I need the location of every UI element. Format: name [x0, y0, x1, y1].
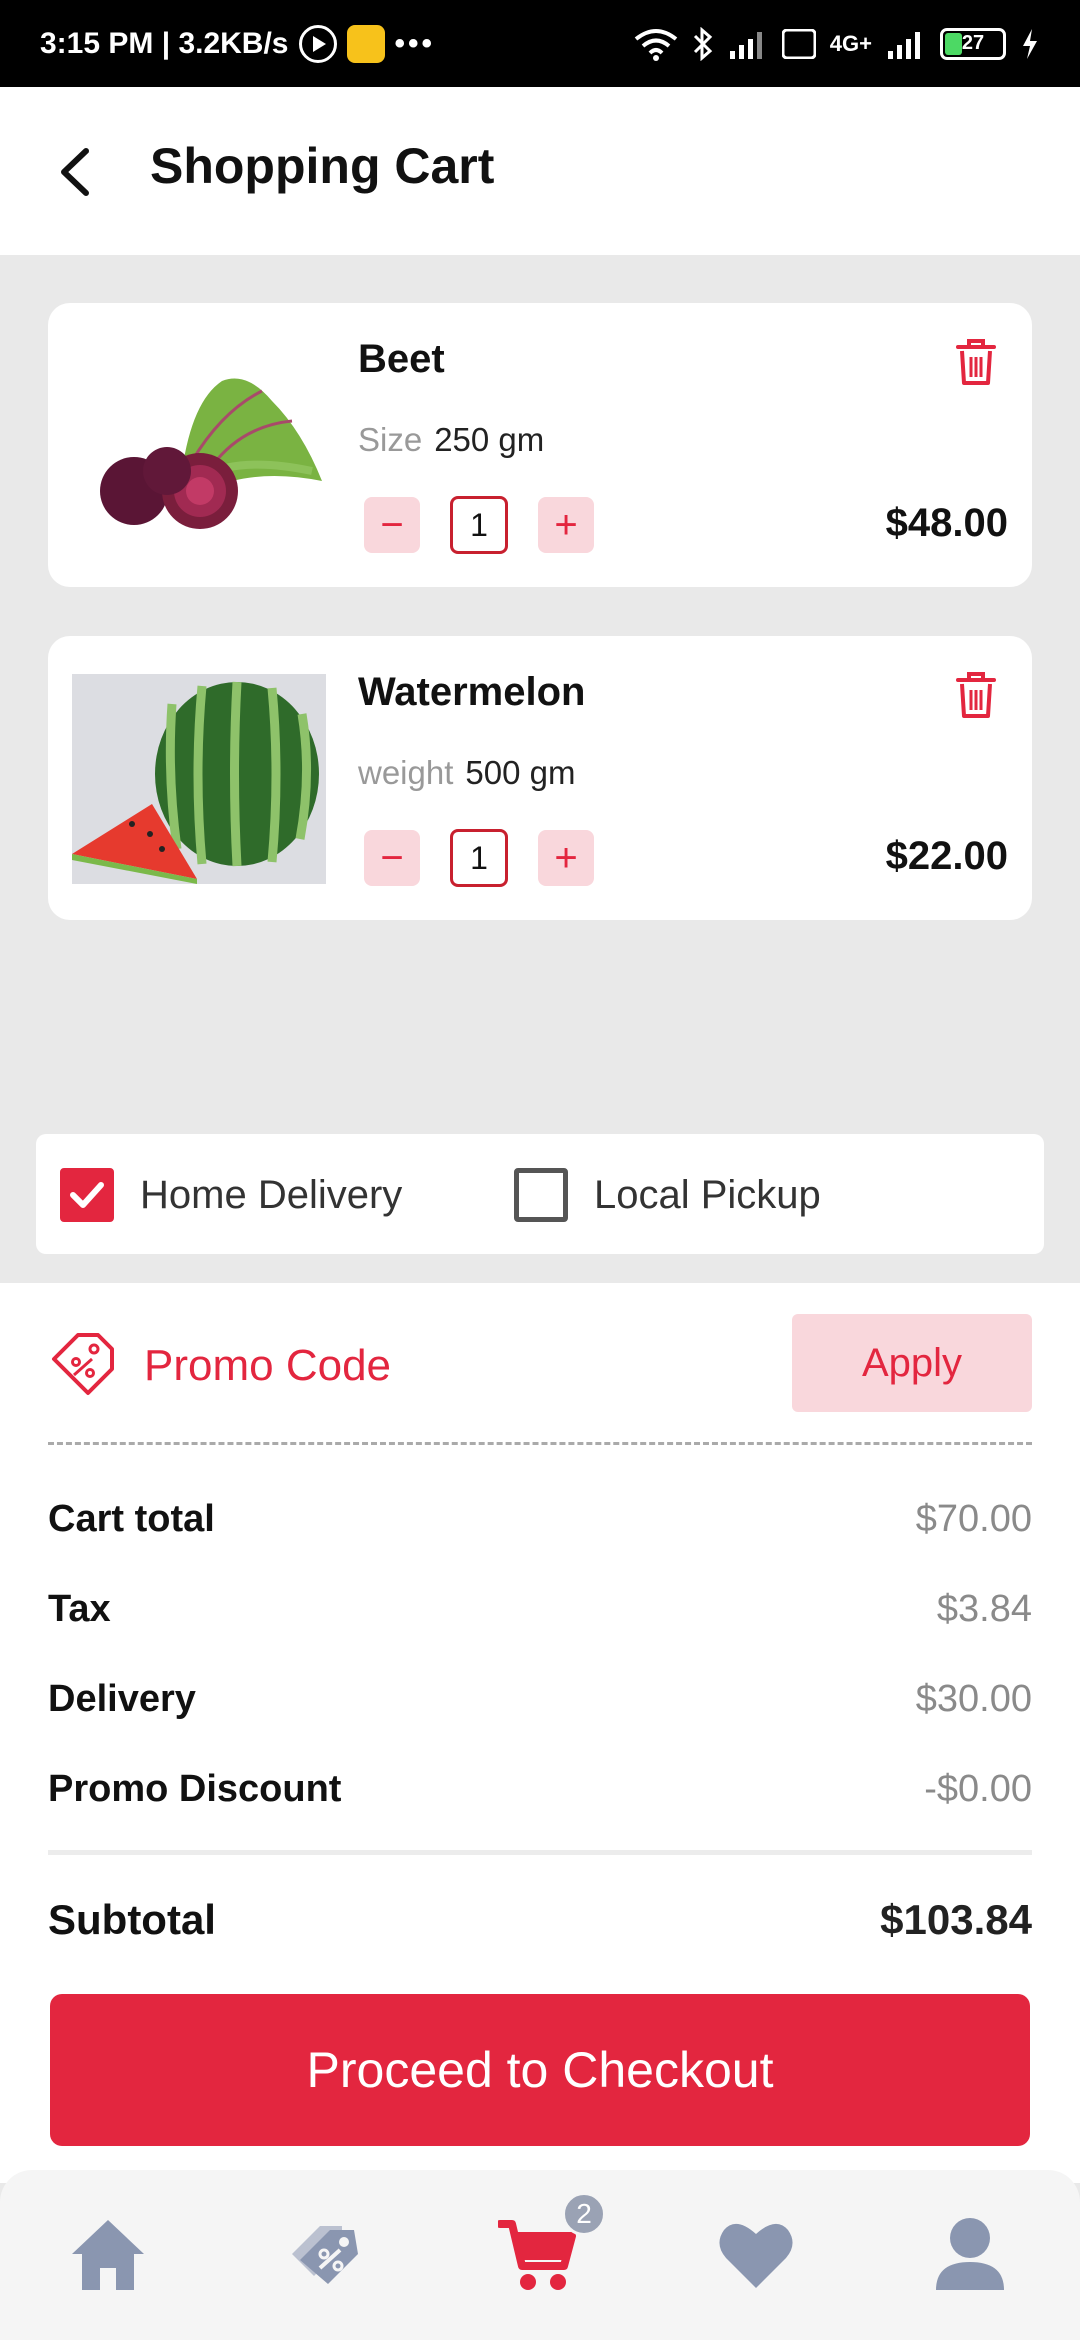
subtotal-value: $103.84 — [880, 1896, 1032, 1943]
heart-icon[interactable] — [716, 2214, 796, 2294]
summary-label: Cart total — [48, 1498, 215, 1540]
summary-row-promo-discount: Promo Discount -$0.00 — [48, 1768, 1032, 1811]
item-attribute: weight 500 gm — [358, 754, 575, 792]
proceed-to-checkout-button[interactable]: Proceed to Checkout — [50, 1994, 1030, 2146]
offers-icon[interactable] — [284, 2214, 364, 2294]
item-price: $22.00 — [885, 834, 1008, 878]
home-icon[interactable] — [68, 2214, 148, 2294]
item-attribute-label: weight — [358, 754, 454, 791]
signal-4g-icon — [888, 31, 920, 59]
trash-icon[interactable] — [954, 337, 998, 387]
quantity-stepper: − 1 + — [364, 829, 594, 887]
beet-image — [72, 341, 326, 551]
summary-value: -$0.00 — [924, 1768, 1032, 1810]
summary-label: Promo Discount — [48, 1768, 342, 1810]
status-time-speed: 3:15 PM | 3.2KB/s — [40, 26, 289, 60]
summary-value: $3.84 — [936, 1588, 1032, 1630]
home-delivery-label: Home Delivery — [140, 1172, 403, 1217]
back-arrow-icon[interactable] — [50, 145, 100, 199]
decrease-quantity-button[interactable]: − — [364, 497, 420, 553]
network-type-label: 4G+ — [829, 30, 872, 56]
profile-icon[interactable] — [930, 2214, 1010, 2294]
volte-icon — [781, 28, 816, 59]
checkmark-icon — [70, 1182, 104, 1208]
more-notifications-icon: ••• — [394, 26, 436, 60]
status-bar: 3:15 PM | 3.2KB/s ••• 4G+ 27 — [0, 0, 1080, 87]
status-right: 4G+ 27 — [634, 26, 1040, 61]
item-attribute-value: 500 gm — [465, 754, 576, 791]
watermelon-image — [72, 674, 326, 884]
item-name: Watermelon — [358, 670, 586, 714]
bluetooth-icon — [693, 26, 712, 61]
item-name: Beet — [358, 337, 445, 381]
cart-count-badge: 2 — [562, 2192, 606, 2236]
cart-item-beet: Beet Size 250 gm − 1 + $48.00 — [48, 303, 1032, 587]
promo-code-label[interactable]: Promo Code — [144, 1341, 391, 1391]
summary-row-cart-total: Cart total $70.00 — [48, 1498, 1032, 1541]
quantity-stepper: − 1 + — [364, 496, 594, 554]
item-attribute: Size 250 gm — [358, 421, 544, 459]
subtotal-row: Subtotal $103.84 — [48, 1896, 1032, 1944]
charging-icon — [1023, 28, 1037, 59]
local-pickup-label: Local Pickup — [594, 1172, 821, 1217]
summary-value: $70.00 — [915, 1498, 1032, 1540]
increase-quantity-button[interactable]: + — [538, 830, 594, 886]
summary-divider — [48, 1850, 1032, 1855]
decrease-quantity-button[interactable]: − — [364, 830, 420, 886]
summary-label: Tax — [48, 1588, 111, 1630]
dashed-divider — [48, 1442, 1032, 1445]
apply-promo-button[interactable]: Apply — [792, 1314, 1032, 1412]
wifi-icon — [634, 28, 678, 61]
increase-quantity-button[interactable]: + — [538, 497, 594, 553]
app-header: Shopping Cart — [0, 87, 1080, 255]
page-title: Shopping Cart — [150, 138, 495, 194]
quantity-value: 1 — [450, 829, 508, 887]
item-attribute-value: 250 gm — [434, 421, 545, 458]
order-summary: Promo Code Apply Cart total $70.00 Tax $… — [0, 1283, 1080, 2183]
cart-nav-item[interactable]: 2 — [496, 2192, 606, 2294]
local-pickup-option[interactable]: Local Pickup — [514, 1168, 821, 1222]
home-delivery-option[interactable]: Home Delivery — [60, 1168, 402, 1222]
promo-tag-icon — [52, 1333, 114, 1395]
delivery-options: Home Delivery Local Pickup — [36, 1134, 1044, 1254]
media-play-icon — [298, 24, 337, 63]
summary-label: Delivery — [48, 1678, 196, 1720]
local-pickup-checkbox[interactable] — [514, 1168, 568, 1222]
summary-value: $30.00 — [915, 1678, 1032, 1720]
home-delivery-checkbox[interactable] — [60, 1168, 114, 1222]
cart-item-watermelon: Watermelon weight 500 gm − 1 + $22.00 — [48, 636, 1032, 920]
summary-row-tax: Tax $3.84 — [48, 1588, 1032, 1631]
app-notification-icon — [346, 24, 385, 63]
item-attribute-label: Size — [358, 421, 423, 458]
signal-icon — [729, 31, 762, 59]
quantity-value: 1 — [450, 496, 508, 554]
battery-level: 27 — [961, 32, 985, 54]
status-left: 3:15 PM | 3.2KB/s ••• — [40, 24, 436, 63]
item-price: $48.00 — [885, 501, 1008, 545]
trash-icon[interactable] — [954, 670, 998, 720]
battery-icon: 27 — [940, 27, 1006, 60]
subtotal-label: Subtotal — [48, 1896, 216, 1943]
summary-row-delivery: Delivery $30.00 — [48, 1678, 1032, 1721]
bottom-navigation: 2 — [0, 2170, 1080, 2340]
